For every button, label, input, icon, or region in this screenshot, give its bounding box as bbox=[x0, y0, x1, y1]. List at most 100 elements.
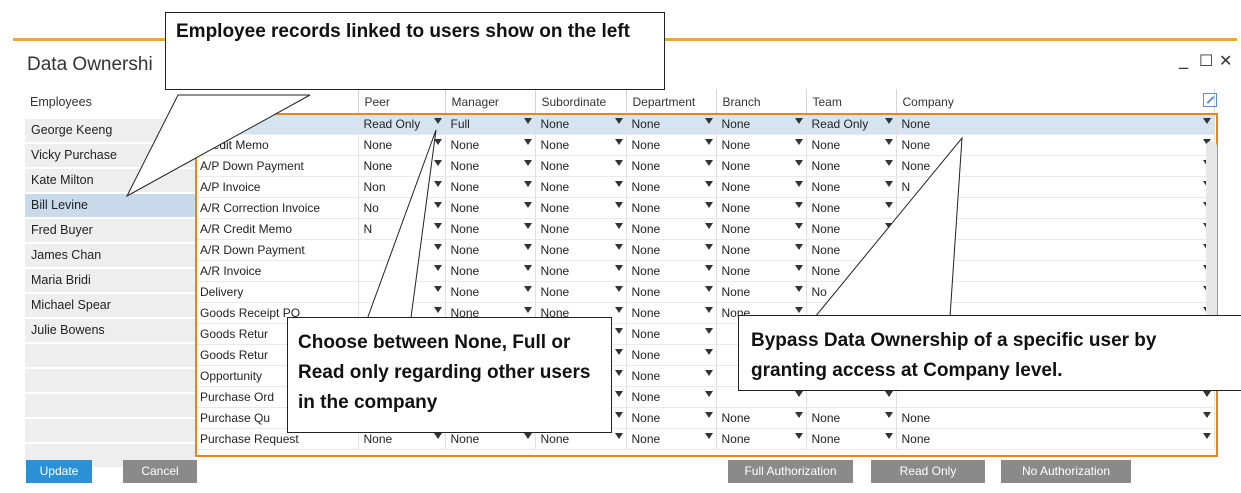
update-button[interactable]: Update bbox=[26, 460, 92, 483]
access-dropdown[interactable]: None bbox=[716, 218, 807, 240]
column-header[interactable]: Peer bbox=[358, 89, 446, 114]
column-header[interactable]: Branch bbox=[716, 89, 807, 114]
access-dropdown[interactable]: None bbox=[535, 114, 627, 135]
chevron-down-icon[interactable] bbox=[704, 265, 713, 271]
chevron-down-icon[interactable] bbox=[523, 202, 532, 208]
access-dropdown[interactable]: None bbox=[626, 114, 717, 135]
chevron-down-icon[interactable] bbox=[614, 202, 623, 208]
access-dropdown[interactable]: None bbox=[806, 428, 897, 450]
access-dropdown[interactable] bbox=[358, 239, 446, 261]
access-dropdown[interactable]: None bbox=[716, 281, 807, 303]
access-dropdown[interactable]: None bbox=[445, 197, 536, 219]
chevron-down-icon[interactable] bbox=[614, 244, 623, 250]
chevron-down-icon[interactable] bbox=[523, 433, 532, 439]
access-dropdown[interactable]: None bbox=[535, 281, 627, 303]
chevron-down-icon[interactable] bbox=[433, 181, 442, 187]
chevron-down-icon[interactable] bbox=[884, 265, 893, 271]
access-dropdown[interactable]: None bbox=[445, 239, 536, 261]
chevron-down-icon[interactable] bbox=[433, 139, 442, 145]
chevron-down-icon[interactable] bbox=[704, 391, 713, 397]
column-header[interactable]: Doc bbox=[195, 89, 359, 114]
employee-item[interactable]: Fred Buyer bbox=[25, 219, 195, 244]
access-dropdown[interactable]: None bbox=[806, 407, 897, 429]
chevron-down-icon[interactable] bbox=[884, 181, 893, 187]
access-dropdown[interactable]: None bbox=[896, 114, 1215, 135]
chevron-down-icon[interactable] bbox=[433, 286, 442, 292]
access-dropdown[interactable]: None bbox=[445, 176, 536, 198]
access-dropdown[interactable] bbox=[896, 281, 1215, 303]
full-authorization-button[interactable]: Full Authorization bbox=[728, 460, 853, 483]
chevron-down-icon[interactable] bbox=[523, 286, 532, 292]
access-dropdown[interactable]: Read Only bbox=[806, 114, 897, 135]
chevron-down-icon[interactable] bbox=[614, 307, 623, 313]
chevron-down-icon[interactable] bbox=[1202, 118, 1211, 124]
access-dropdown[interactable]: Full bbox=[445, 114, 536, 135]
chevron-down-icon[interactable] bbox=[794, 307, 803, 313]
employee-item[interactable]: Bill Levine bbox=[25, 194, 195, 219]
employee-item[interactable] bbox=[25, 369, 195, 394]
chevron-down-icon[interactable] bbox=[884, 160, 893, 166]
chevron-down-icon[interactable] bbox=[884, 433, 893, 439]
access-dropdown[interactable]: None bbox=[358, 155, 446, 177]
chevron-down-icon[interactable] bbox=[614, 181, 623, 187]
maximize-icon[interactable]: ☐ bbox=[1199, 51, 1213, 70]
table-row[interactable]: Credit Memo None None None None None None None bbox=[195, 134, 1215, 156]
access-dropdown[interactable]: None bbox=[445, 134, 536, 156]
chevron-down-icon[interactable] bbox=[523, 223, 532, 229]
employee-item[interactable]: Vicky Purchase bbox=[25, 144, 195, 169]
table-row[interactable]: A/P Down Payment None None None None None None… bbox=[195, 155, 1215, 177]
access-dropdown[interactable]: None bbox=[716, 239, 807, 261]
access-dropdown[interactable]: None bbox=[626, 344, 717, 366]
access-dropdown[interactable]: None bbox=[716, 260, 807, 282]
chevron-down-icon[interactable] bbox=[704, 412, 713, 418]
chevron-down-icon[interactable] bbox=[1202, 433, 1211, 439]
access-dropdown[interactable]: No bbox=[358, 197, 446, 219]
employee-item[interactable]: Kate Milton bbox=[25, 169, 195, 194]
chevron-down-icon[interactable] bbox=[794, 118, 803, 124]
chevron-down-icon[interactable] bbox=[614, 160, 623, 166]
close-icon[interactable]: ✕ bbox=[1219, 51, 1232, 70]
access-dropdown[interactable]: None bbox=[626, 176, 717, 198]
access-dropdown[interactable]: None bbox=[535, 176, 627, 198]
chevron-down-icon[interactable] bbox=[884, 286, 893, 292]
employee-item[interactable] bbox=[25, 344, 195, 369]
access-dropdown[interactable]: None bbox=[626, 260, 717, 282]
access-dropdown[interactable]: None bbox=[896, 428, 1215, 450]
chevron-down-icon[interactable] bbox=[523, 160, 532, 166]
access-dropdown[interactable]: None bbox=[896, 407, 1215, 429]
chevron-down-icon[interactable] bbox=[433, 307, 442, 313]
access-dropdown[interactable]: None bbox=[716, 176, 807, 198]
access-dropdown[interactable] bbox=[896, 260, 1215, 282]
chevron-down-icon[interactable] bbox=[704, 223, 713, 229]
table-row[interactable]: A/R Credit Memo N None None None None None bbox=[195, 218, 1215, 240]
column-header[interactable]: Team bbox=[806, 89, 897, 114]
access-dropdown[interactable]: None bbox=[445, 260, 536, 282]
access-dropdown[interactable]: None bbox=[626, 218, 717, 240]
table-row[interactable]: A/R Invoice None None None None None bbox=[195, 260, 1215, 282]
table-row[interactable]: A/P Invoice Non None None None None None N bbox=[195, 176, 1215, 198]
chevron-down-icon[interactable] bbox=[704, 370, 713, 376]
access-dropdown[interactable]: None bbox=[896, 134, 1215, 156]
chevron-down-icon[interactable] bbox=[614, 412, 623, 418]
chevron-down-icon[interactable] bbox=[884, 391, 893, 397]
chevron-down-icon[interactable] bbox=[794, 286, 803, 292]
access-dropdown[interactable]: None bbox=[806, 218, 897, 240]
no-authorization-button[interactable]: No Authorization bbox=[1001, 460, 1131, 483]
access-dropdown[interactable]: None bbox=[716, 155, 807, 177]
access-dropdown[interactable]: N bbox=[896, 176, 1215, 198]
access-dropdown[interactable]: None bbox=[626, 365, 717, 387]
access-dropdown[interactable]: None bbox=[535, 155, 627, 177]
access-dropdown[interactable]: None bbox=[445, 218, 536, 240]
chevron-down-icon[interactable] bbox=[884, 223, 893, 229]
access-dropdown[interactable] bbox=[358, 281, 446, 303]
table-row[interactable]: A/R Down Payment None None None None None bbox=[195, 239, 1215, 261]
chevron-down-icon[interactable] bbox=[794, 433, 803, 439]
access-dropdown[interactable]: None bbox=[806, 260, 897, 282]
access-dropdown[interactable]: None bbox=[535, 134, 627, 156]
employee-item[interactable]: James Chan bbox=[25, 244, 195, 269]
chevron-down-icon[interactable] bbox=[614, 433, 623, 439]
chevron-down-icon[interactable] bbox=[614, 328, 623, 334]
chevron-down-icon[interactable] bbox=[884, 202, 893, 208]
chevron-down-icon[interactable] bbox=[704, 139, 713, 145]
chevron-down-icon[interactable] bbox=[794, 160, 803, 166]
